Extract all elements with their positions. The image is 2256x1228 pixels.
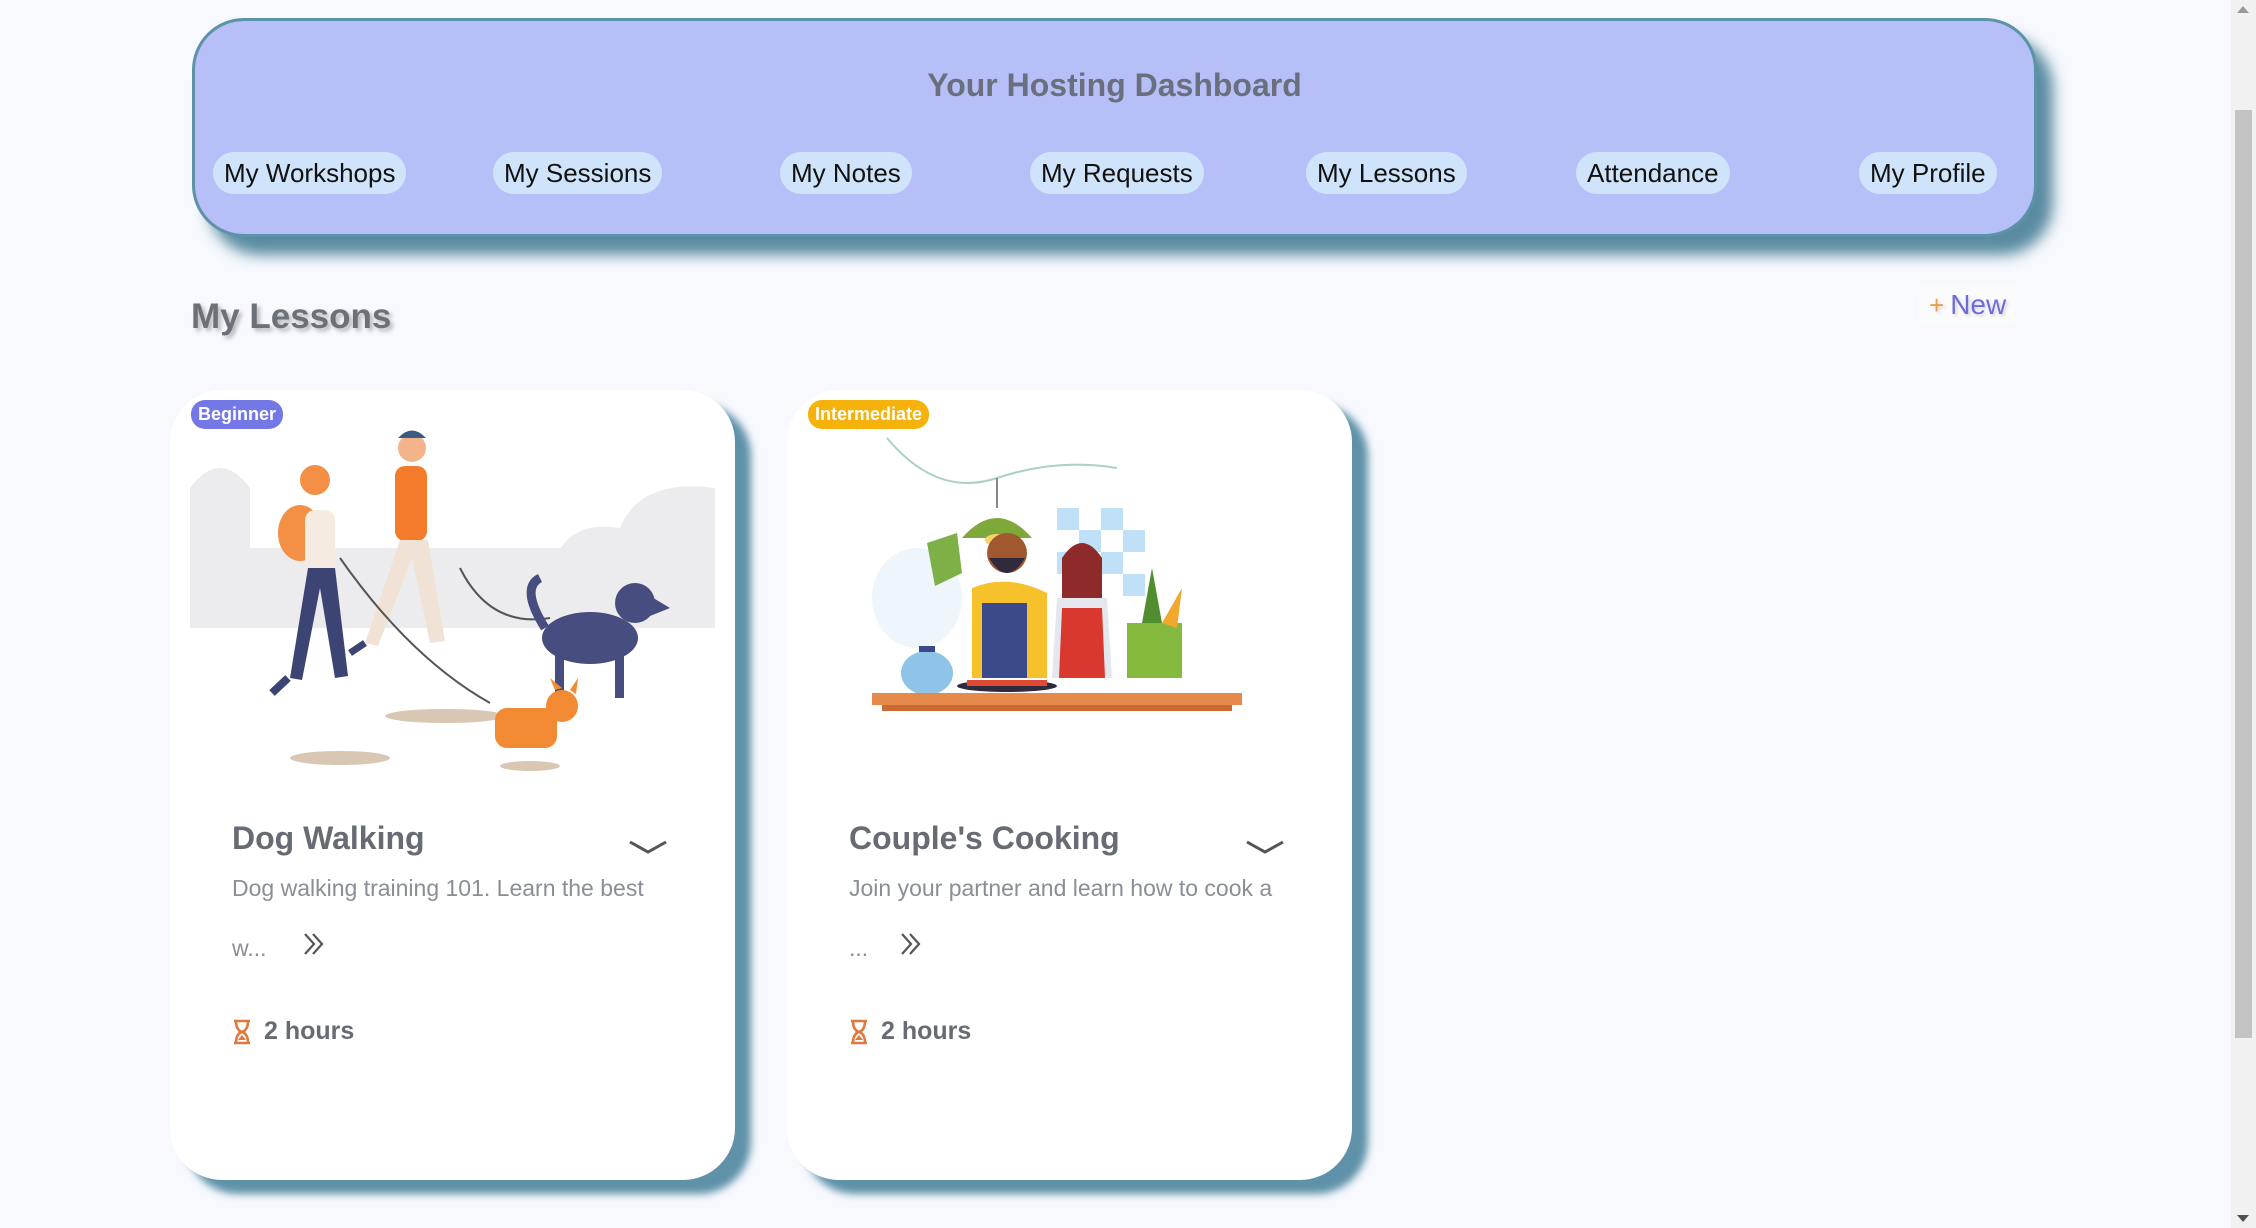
lesson-description: Join your partner and learn how to cook … [849, 875, 1273, 901]
nav-my-notes[interactable]: My Notes [780, 152, 912, 194]
hourglass-icon [851, 1019, 867, 1044]
lesson-title: Dog Walking [232, 820, 425, 856]
dashboard-header: Your Hosting Dashboard My Workshops My S… [192, 18, 2037, 237]
scroll-up-arrow-icon[interactable] [2237, 6, 2249, 13]
nav-my-lessons[interactable]: My Lessons [1306, 152, 1467, 194]
nav-my-workshops[interactable]: My Workshops [213, 152, 407, 194]
hourglass-icon [234, 1019, 250, 1044]
lesson-duration: 2 hours [849, 1017, 971, 1046]
nav-my-requests[interactable]: My Requests [1030, 152, 1204, 194]
scroll-down-arrow-icon[interactable] [2237, 1215, 2249, 1222]
duration-label: 2 hours [881, 1017, 972, 1045]
double-chevron-right-icon[interactable] [899, 930, 923, 958]
chevron-down-icon[interactable] [628, 838, 668, 858]
double-chevron-right-icon[interactable] [302, 930, 326, 958]
lesson-description: Dog walking training 101. Learn the best [232, 875, 644, 901]
lesson-card-couples-cooking[interactable]: Couple's Cooking Join your partner and l… [787, 390, 1352, 1180]
nav-attendance[interactable]: Attendance [1576, 152, 1730, 194]
level-badge: Beginner [191, 400, 284, 429]
lesson-duration: 2 hours [232, 1017, 354, 1046]
new-lesson-button[interactable]: + New [1919, 285, 2017, 325]
vertical-scrollbar[interactable] [2231, 0, 2256, 1228]
nav-my-profile[interactable]: My Profile [1859, 152, 1997, 194]
dashboard-title: Your Hosting Dashboard [927, 67, 1302, 103]
scrollbar-thumb[interactable] [2235, 110, 2252, 1038]
dog-walking-illustration [190, 430, 715, 771]
lesson-description-truncated: ... [849, 935, 869, 961]
couple-cooking-illustration [872, 437, 1242, 711]
lesson-title: Couple's Cooking [849, 820, 1120, 856]
level-badge: Intermediate [808, 400, 930, 429]
section-title: My Lessons [191, 297, 392, 336]
chevron-down-icon[interactable] [1245, 838, 1285, 858]
nav-my-sessions[interactable]: My Sessions [493, 152, 663, 194]
new-button-label: New [1950, 289, 2007, 320]
duration-label: 2 hours [264, 1017, 355, 1045]
lesson-card-dog-walking[interactable]: Dog Walking Dog walking training 101. Le… [170, 390, 735, 1180]
plus-icon: + [1929, 290, 1945, 320]
lesson-description-truncated: w... [232, 935, 267, 961]
